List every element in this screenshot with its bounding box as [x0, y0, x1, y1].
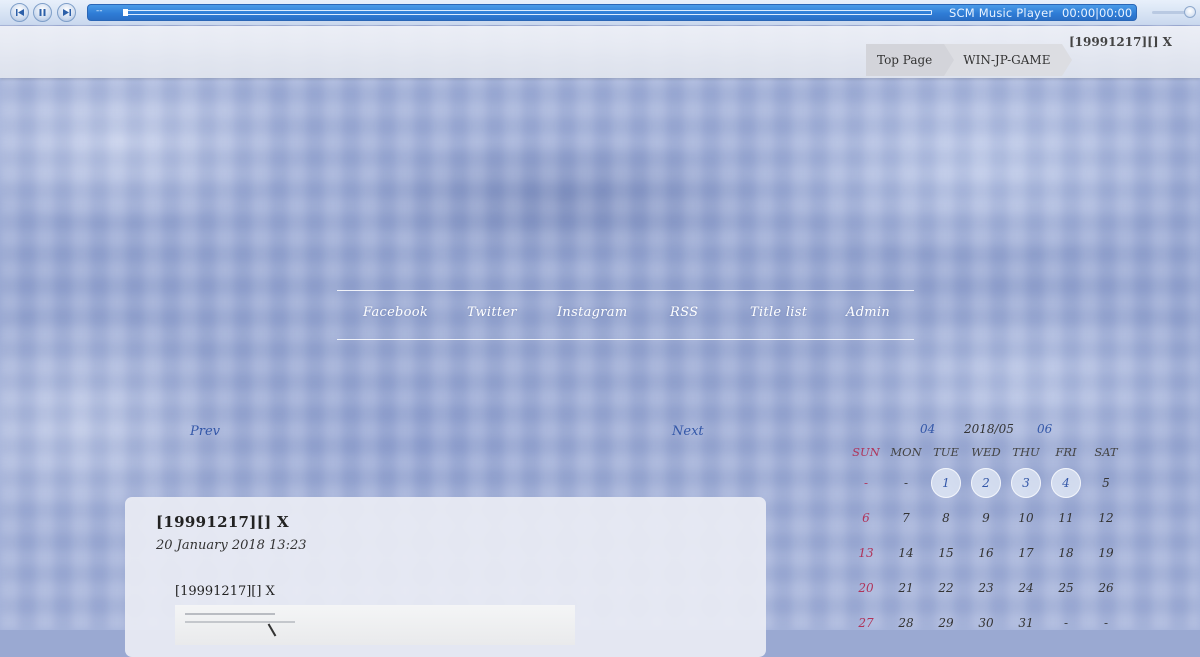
calendar-day: 8	[942, 511, 950, 525]
calendar-day: 17	[1018, 546, 1034, 560]
calendar-day: 28	[898, 616, 914, 630]
calendar-day: 15	[938, 546, 954, 560]
image-text-line	[185, 613, 275, 615]
pause-button[interactable]	[33, 3, 52, 22]
calendar-day: 6	[862, 511, 870, 525]
track-name: --	[96, 6, 103, 16]
calendar-day: 12	[1098, 511, 1114, 525]
calendar-weekday-fri: FRI	[1055, 445, 1077, 459]
pause-icon	[39, 9, 46, 16]
calendar-day: 21	[898, 581, 914, 595]
calendar-day: 10	[1018, 511, 1034, 525]
calendar-day: 30	[978, 616, 994, 630]
calendar-day: 20	[858, 581, 874, 595]
nav-admin-link[interactable]: Admin	[846, 305, 890, 320]
calendar-weekday-thu: THU	[1012, 445, 1040, 459]
calendar-day: -	[1103, 616, 1109, 630]
calendar-day-link[interactable]: 4	[1051, 468, 1081, 498]
calendar-day: -	[863, 476, 869, 490]
calendar-day: -	[1063, 616, 1069, 630]
calendar-day: 31	[1018, 616, 1034, 630]
calendar-day: 11	[1058, 511, 1074, 525]
breadcrumb-top-page[interactable]: Top Page	[866, 44, 955, 76]
calendar-next-month-link[interactable]: 06	[1037, 422, 1052, 436]
calendar-day: 29	[938, 616, 954, 630]
calendar-weekday-sat: SAT	[1094, 445, 1118, 459]
nav-instagram-link[interactable]: Instagram	[557, 305, 627, 320]
main-nav: Facebook Twitter Instagram RSS Title lis…	[337, 290, 914, 340]
player-time: 00:00|00:00	[1062, 6, 1133, 20]
calendar-day: 27	[858, 616, 874, 630]
article-body-title: [19991217][] X	[175, 584, 275, 599]
calendar-day: -	[903, 476, 909, 490]
nav-facebook-link[interactable]: Facebook	[363, 305, 428, 320]
article-title[interactable]: [19991217][] X	[156, 513, 289, 531]
breadcrumb: Top Page WIN-JP-GAME	[866, 44, 1073, 76]
breadcrumb-category[interactable]: WIN-JP-GAME	[944, 44, 1073, 76]
skip-forward-icon	[62, 9, 71, 16]
calendar-day: 19	[1098, 546, 1114, 560]
nav-title-list-link[interactable]: Title list	[750, 305, 807, 320]
player-title: SCM Music Player	[949, 6, 1054, 20]
calendar-weekday-tue: TUE	[933, 445, 959, 459]
seek-bar[interactable]	[123, 10, 932, 15]
nav-rss-link[interactable]: RSS	[670, 305, 698, 320]
header-bar: [19991217][] X Top Page WIN-JP-GAME	[0, 26, 1200, 78]
calendar-day-link[interactable]: 3	[1011, 468, 1041, 498]
calendar-weekday-wed: WED	[971, 445, 1001, 459]
header-post-title: [19991217][] X	[1069, 35, 1172, 49]
skip-back-icon	[15, 9, 24, 16]
previous-track-button[interactable]	[10, 3, 29, 22]
image-text-line	[185, 621, 295, 623]
article-date: 20 January 2018 13:23	[156, 538, 307, 553]
music-player: -- SCM Music Player 00:00|00:00	[0, 0, 1200, 25]
seek-handle[interactable]	[123, 9, 128, 16]
calendar-weekday-sun: SUN	[852, 445, 880, 459]
article-image[interactable]	[175, 605, 575, 645]
calendar-day-link[interactable]: 2	[971, 468, 1001, 498]
calendar-day: 7	[902, 511, 910, 525]
calendar-current-month: 2018/05	[964, 422, 1014, 436]
next-link[interactable]: Next	[672, 424, 704, 439]
prev-link[interactable]: Prev	[190, 424, 220, 439]
calendar-day-link[interactable]: 1	[931, 468, 961, 498]
image-mark	[267, 623, 277, 637]
calendar-day: 26	[1098, 581, 1114, 595]
calendar-day: 18	[1058, 546, 1074, 560]
calendar-day: 5	[1102, 476, 1110, 490]
calendar-day: 25	[1058, 581, 1074, 595]
volume-handle[interactable]	[1184, 6, 1196, 18]
player-track-panel: -- SCM Music Player 00:00|00:00	[87, 4, 1137, 21]
calendar-day: 22	[938, 581, 954, 595]
calendar-day: 9	[982, 511, 990, 525]
calendar-day: 13	[858, 546, 874, 560]
calendar-day: 14	[898, 546, 914, 560]
next-track-button[interactable]	[57, 3, 76, 22]
calendar-day: 23	[978, 581, 994, 595]
calendar-weekday-mon: MON	[890, 445, 922, 459]
nav-twitter-link[interactable]: Twitter	[467, 305, 517, 320]
calendar-day: 24	[1018, 581, 1034, 595]
article-card: [19991217][] X 20 January 2018 13:23 [19…	[125, 497, 766, 657]
calendar-day: 16	[978, 546, 994, 560]
calendar-prev-month-link[interactable]: 04	[920, 422, 935, 436]
